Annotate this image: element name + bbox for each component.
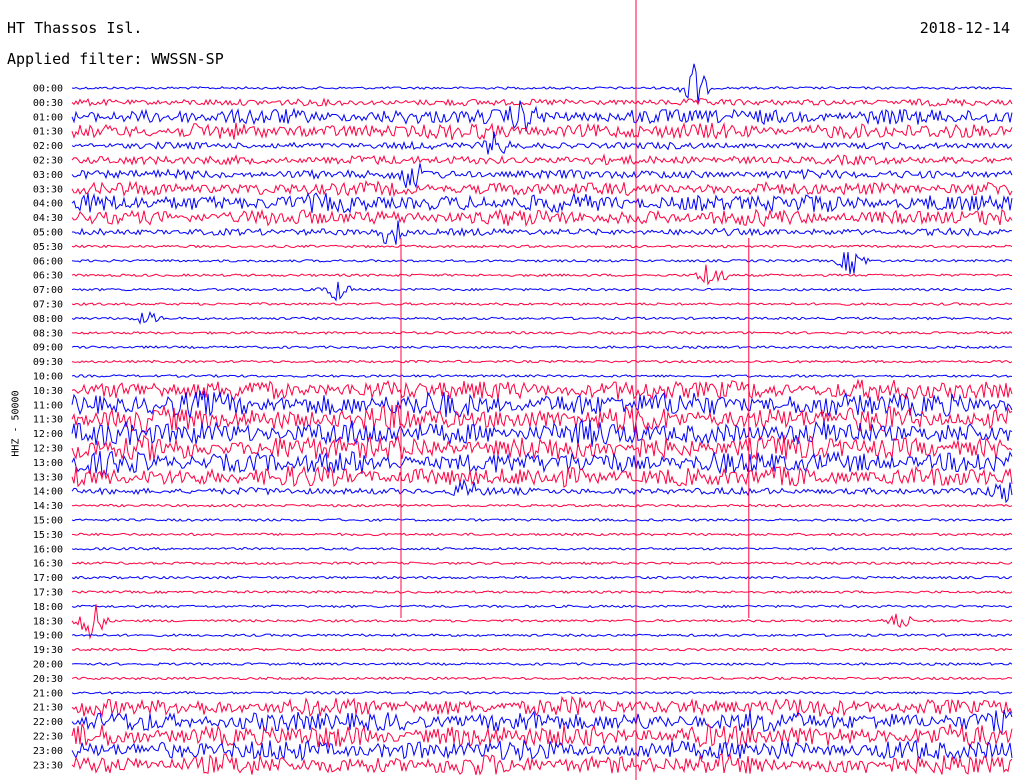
trace-line-1530: [71, 532, 1013, 537]
trace-line-0300: [71, 163, 1013, 189]
time-tick-label: 17:00: [33, 573, 63, 584]
trace-line-0700: [71, 281, 1013, 302]
time-tick-label: 06:00: [33, 256, 63, 267]
trace-line-1400: [71, 478, 1013, 504]
time-tick-label: 18:00: [33, 602, 63, 613]
trace-line-0800: [71, 310, 1013, 325]
time-tick-label: 09:30: [33, 357, 63, 368]
trace-line-0830: [71, 330, 1013, 335]
trace-line-1630: [71, 561, 1013, 566]
trace-line-0430: [71, 208, 1013, 228]
trace-line-0900: [71, 345, 1013, 350]
time-tick-label: 02:00: [33, 141, 63, 152]
time-tick-label: 16:30: [33, 559, 63, 570]
time-tick-label: 11:00: [33, 400, 63, 411]
trace-line-0630: [71, 264, 1012, 286]
time-tick-label: 23:30: [33, 760, 63, 771]
time-tick-label: 19:30: [33, 645, 63, 656]
time-tick-label: 04:00: [33, 199, 63, 210]
trace-line-0530: [71, 244, 1013, 249]
trace-line-2300: [71, 738, 1013, 762]
trace-line-1000: [71, 374, 1013, 378]
trace-line-1430: [71, 503, 1013, 508]
time-tick-label: 13:30: [33, 472, 63, 483]
time-tick-label: 12:00: [33, 429, 63, 440]
trace-line-1330: [71, 465, 1013, 488]
trace-line-0500: [72, 220, 1013, 245]
trace-line-1600: [71, 546, 1013, 551]
trace-line-1230: [71, 434, 1013, 461]
time-tick-label: 21:00: [33, 688, 63, 699]
time-tick-label: 04:30: [33, 213, 63, 224]
time-tick-label: 07:00: [33, 285, 63, 296]
time-tick-label: 02:30: [33, 156, 63, 167]
trace-line-1930: [71, 647, 1013, 652]
trace-line-2330: [71, 752, 1013, 776]
time-tick-label: 05:30: [33, 242, 63, 253]
helicorder-plot: 00:00 00:30 01:00 01:30 02:00 02:30 03:00 03:30…: [33, 0, 1013, 780]
trace-line-1830: [71, 604, 1013, 640]
time-tick-label: 01:00: [33, 112, 63, 123]
time-tick-label: 20:00: [33, 660, 63, 671]
trace-line-2100: [71, 690, 1013, 695]
trace-line-0100: [71, 100, 1013, 132]
trace-line-0230: [71, 153, 1013, 167]
trace-line-0930: [71, 359, 1013, 364]
trace-line-0200: [71, 131, 1013, 155]
time-tick-label: 05:00: [33, 228, 63, 239]
time-tick-label: 10:30: [33, 386, 63, 397]
trace-line-2030: [71, 676, 1013, 681]
time-tick-label: 20:30: [33, 674, 63, 685]
time-tick-label: 08:30: [33, 328, 63, 339]
time-tick-label: 12:30: [33, 444, 63, 455]
time-tick-label: 00:30: [33, 98, 63, 109]
time-tick-label: 16:00: [33, 544, 63, 555]
time-tick-label: 03:00: [33, 170, 63, 181]
trace-line-0400: [71, 192, 1013, 214]
time-tick-label: 11:30: [33, 415, 63, 426]
trace-line-1300: [71, 450, 1013, 477]
trace-line-1800: [71, 604, 1013, 609]
time-tick-label: 13:00: [33, 458, 63, 469]
time-tick-label: 06:30: [33, 271, 63, 282]
time-tick-label: 14:00: [33, 487, 63, 498]
time-tick-label: 01:30: [33, 127, 63, 138]
time-tick-label: 03:30: [33, 184, 63, 195]
time-tick-label: 10:00: [33, 372, 63, 383]
time-tick-label: 08:00: [33, 314, 63, 325]
trace-line-0330: [71, 179, 1013, 198]
time-tick-label: 17:30: [33, 588, 63, 599]
time-tick-label: 23:00: [33, 746, 63, 757]
trace-line-2230: [71, 723, 1013, 749]
time-tick-label: 18:30: [33, 616, 63, 627]
time-tick-label: 22:30: [33, 732, 63, 743]
trace-line-1730: [71, 590, 1013, 594]
time-tick-label: 07:30: [33, 300, 63, 311]
time-tick-label: 09:00: [33, 343, 63, 354]
time-tick-label: 21:30: [33, 703, 63, 714]
trace-line-0130: [71, 122, 1013, 140]
time-tick-label: 15:00: [33, 516, 63, 527]
time-tick-label: 14:30: [33, 501, 63, 512]
trace-line-2130: [71, 695, 1013, 718]
trace-line-0030: [71, 97, 1013, 108]
time-tick-label: 19:00: [33, 631, 63, 642]
trace-line-0600: [71, 252, 1013, 275]
time-tick-label: 22:00: [33, 717, 63, 728]
trace-line-0730: [71, 302, 1013, 306]
trace-line-1900: [71, 633, 1013, 638]
trace-line-1700: [71, 575, 1013, 580]
time-tick-label: 15:30: [33, 530, 63, 541]
trace-line-1100: [71, 390, 1013, 419]
time-tick-label: 00:00: [33, 84, 63, 95]
trace-line-2000: [71, 662, 1013, 666]
trace-line-0000: [71, 63, 1013, 103]
trace-line-1500: [71, 518, 1013, 522]
